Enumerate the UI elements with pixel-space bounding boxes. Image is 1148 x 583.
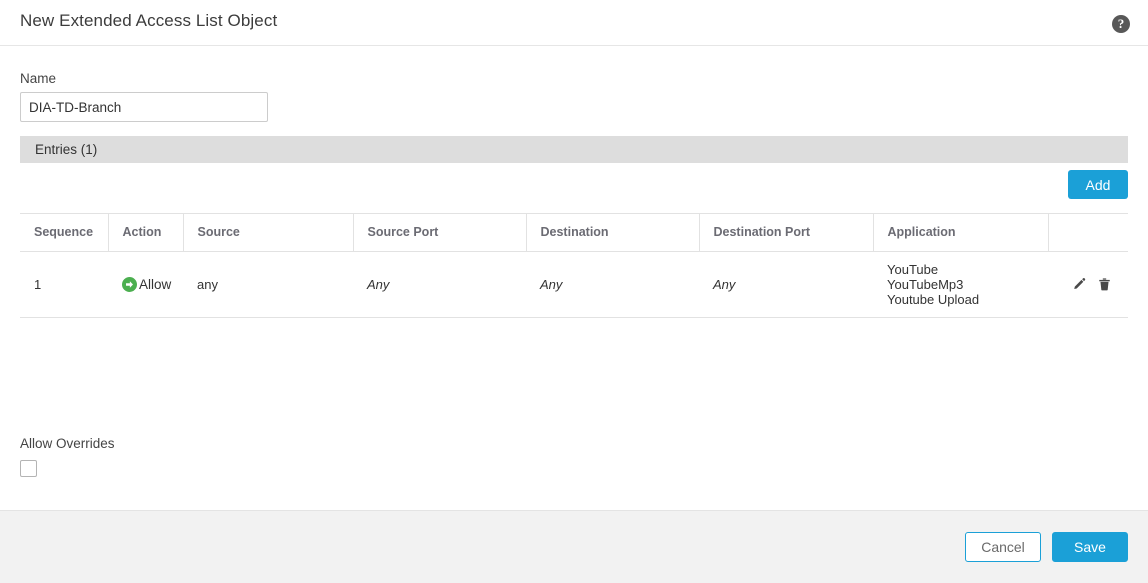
- column-header-application[interactable]: Application: [873, 214, 1048, 251]
- column-header-destination-port[interactable]: Destination Port: [699, 214, 873, 251]
- pencil-icon[interactable]: [1072, 277, 1087, 292]
- table-header-row: Sequence Action Source Source Port Desti…: [20, 214, 1128, 251]
- dialog-body: Name Entries (1) Add Sequence Action Sou…: [0, 46, 1148, 511]
- allow-arrow-icon: [122, 277, 137, 292]
- cell-destination: Any: [526, 251, 699, 317]
- cell-action: Allow: [108, 251, 183, 317]
- column-header-source[interactable]: Source: [183, 214, 353, 251]
- add-button[interactable]: Add: [1068, 170, 1128, 199]
- cancel-button[interactable]: Cancel: [965, 532, 1041, 562]
- cell-source: any: [183, 251, 353, 317]
- help-circle-icon[interactable]: ?: [1112, 15, 1130, 33]
- entries-table-body: 1 Allow any Any Any: [20, 251, 1128, 317]
- application-item: YouTubeMp3: [887, 277, 1048, 292]
- entries-section-label: Entries (1): [35, 142, 97, 157]
- column-header-action[interactable]: Action: [108, 214, 183, 251]
- application-item: YouTube: [887, 262, 1048, 277]
- application-list: YouTube YouTubeMp3 Youtube Upload: [887, 262, 1048, 307]
- column-header-row-actions: [1048, 214, 1128, 251]
- action-label: Allow: [139, 277, 171, 292]
- application-item: Youtube Upload: [887, 292, 1048, 307]
- name-input[interactable]: [20, 92, 268, 122]
- name-label: Name: [20, 71, 56, 86]
- dialog-titlebar: New Extended Access List Object ?: [0, 0, 1148, 46]
- cell-application: YouTube YouTubeMp3 Youtube Upload: [873, 251, 1048, 317]
- dialog-footer: Cancel Save: [0, 510, 1148, 583]
- entries-table-wrapper: Sequence Action Source Source Port Desti…: [20, 213, 1128, 318]
- cell-source-port: Any: [353, 251, 526, 317]
- allow-overrides-checkbox[interactable]: [20, 460, 37, 477]
- page-title: New Extended Access List Object: [20, 11, 277, 31]
- cell-row-actions: [1048, 251, 1128, 317]
- entries-table-head: Sequence Action Source Source Port Desti…: [20, 214, 1128, 251]
- column-header-source-port[interactable]: Source Port: [353, 214, 526, 251]
- column-header-destination[interactable]: Destination: [526, 214, 699, 251]
- column-header-sequence[interactable]: Sequence: [20, 214, 108, 251]
- entries-section-header: Entries (1): [20, 136, 1128, 163]
- trash-icon[interactable]: [1097, 277, 1112, 292]
- allow-overrides-label: Allow Overrides: [20, 436, 115, 451]
- table-row[interactable]: 1 Allow any Any Any: [20, 251, 1128, 317]
- save-button[interactable]: Save: [1052, 532, 1128, 562]
- cell-destination-port: Any: [699, 251, 873, 317]
- cell-sequence: 1: [20, 251, 108, 317]
- entries-table: Sequence Action Source Source Port Desti…: [20, 214, 1128, 317]
